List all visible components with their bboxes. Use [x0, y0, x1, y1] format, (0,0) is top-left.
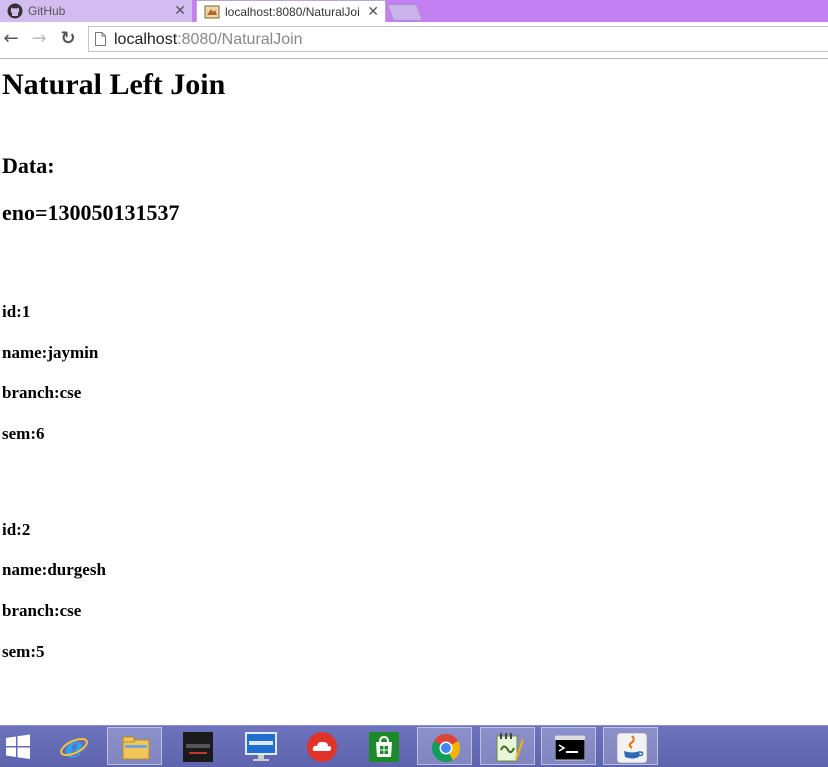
taskbar: e: [0, 725, 828, 767]
command-prompt-icon: [555, 735, 585, 761]
internet-explorer-icon: e: [60, 732, 88, 762]
github-icon: [7, 3, 23, 19]
close-icon[interactable]: ✕: [367, 3, 379, 20]
record-branch: branch:cse: [2, 601, 82, 620]
tab-label: GitHub: [28, 4, 66, 18]
back-button[interactable]: ←: [0, 28, 22, 50]
taskbar-store[interactable]: [356, 727, 411, 765]
record-sem: sem:6: [2, 424, 45, 443]
chrome-icon: [432, 734, 460, 762]
tab-github[interactable]: GitHub ✕: [0, 0, 192, 22]
url-text[interactable]: localhost:8080/NaturalJoin: [114, 31, 303, 49]
url-host: localhost: [114, 31, 178, 48]
lenovo-monitor-icon: [245, 732, 277, 761]
cloud-app-icon: [307, 732, 337, 762]
record-sem: sem:5: [2, 642, 45, 661]
record-name: name:jaymin: [2, 343, 99, 362]
page-icon: [95, 32, 106, 46]
tab-natural-join[interactable]: localhost:8080/NaturalJoin ✕: [196, 0, 386, 22]
store-icon: [369, 732, 399, 762]
eno-line: eno=130050131537: [2, 200, 180, 225]
taskbar-java[interactable]: [603, 727, 658, 765]
record-id: id:2: [2, 520, 31, 539]
svg-text:e: e: [65, 732, 83, 762]
taskbar-chrome[interactable]: [417, 727, 472, 765]
tab-label: localhost:8080/NaturalJoin: [225, 5, 359, 19]
tab-strip: GitHub ✕ localhost:8080/NaturalJoin ✕: [0, 0, 828, 22]
close-icon[interactable]: ✕: [174, 2, 186, 19]
taskbar-lenovo-monitor[interactable]: [232, 727, 287, 765]
taskbar-internet-explorer[interactable]: e: [46, 727, 101, 765]
taskbar-command-prompt[interactable]: [541, 727, 596, 765]
start-button[interactable]: [0, 727, 40, 765]
url-path: :8080/NaturalJoin: [177, 31, 303, 48]
taskbar-lenovo-photos[interactable]: [170, 727, 225, 765]
record-name: name:durgesh: [2, 560, 106, 579]
address-bar[interactable]: localhost:8080/NaturalJoin: [88, 26, 828, 52]
start-icon: [6, 734, 30, 759]
taskbar-cloud-app[interactable]: [294, 727, 349, 765]
new-tab-button[interactable]: [386, 4, 424, 21]
notepad-plus-icon: [496, 733, 524, 762]
forward-button[interactable]: →: [28, 28, 50, 50]
taskbar-notepad-plus[interactable]: [480, 727, 535, 765]
data-heading: Data:: [2, 153, 55, 178]
servlet-page-icon: [204, 5, 220, 19]
java-icon: [617, 733, 647, 763]
taskbar-file-explorer[interactable]: [107, 727, 162, 765]
file-explorer-icon: [122, 736, 150, 760]
record-id: id:1: [2, 302, 31, 321]
lenovo-photos-icon: [183, 732, 213, 762]
reload-button[interactable]: ↻: [57, 28, 79, 50]
page-title: Natural Left Join: [2, 68, 226, 101]
record-branch: branch:cse: [2, 383, 82, 402]
page-content: Natural Left Join Data: eno=130050131537…: [0, 60, 828, 725]
browser-toolbar: ← → ↻ localhost:8080/NaturalJoin: [0, 22, 828, 59]
